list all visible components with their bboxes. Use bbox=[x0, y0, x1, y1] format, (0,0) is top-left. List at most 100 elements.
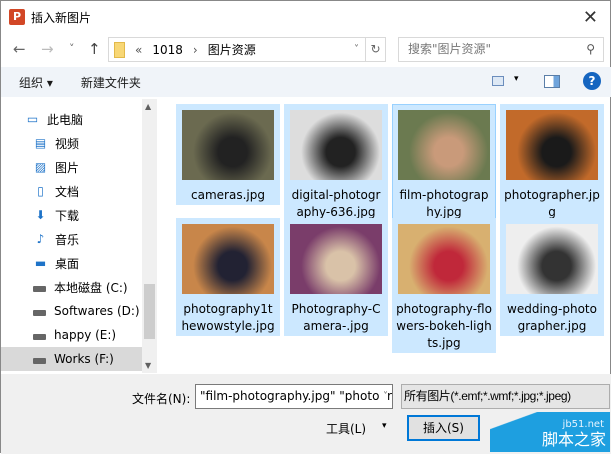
sidebar-item[interactable]: ▬ 桌面 bbox=[1, 251, 157, 275]
file-name: digital-photography-636.jpg bbox=[291, 188, 381, 219]
drive-icon bbox=[33, 358, 46, 364]
breadcrumb-1018[interactable]: 1018 bbox=[152, 43, 183, 57]
computer-icon: ▭ bbox=[26, 111, 39, 126]
sidebar-item-label: 图片 bbox=[55, 160, 80, 175]
watermark-logo: 脚本之家 bbox=[541, 430, 606, 449]
close-button[interactable]: ✕ bbox=[583, 7, 598, 28]
scroll-up-arrow[interactable]: ▲ bbox=[145, 102, 151, 111]
forward-button[interactable]: → bbox=[41, 40, 54, 58]
sidebar-item[interactable]: ▨ 图片 bbox=[1, 155, 157, 179]
help-icon[interactable]: ? bbox=[583, 72, 601, 90]
sidebar-item[interactable]: ▤ 视频 bbox=[1, 131, 157, 155]
scrollbar-thumb[interactable] bbox=[144, 284, 155, 339]
folder-icon bbox=[114, 41, 125, 58]
pictures-icon: ▨ bbox=[34, 159, 47, 174]
file-item[interactable]: photography-flowers-bokeh-lights.jpg bbox=[392, 218, 496, 353]
image-thumbnail bbox=[290, 110, 382, 180]
new-folder-button[interactable]: 新建文件夹 bbox=[81, 74, 141, 91]
file-name: film-photography.jpg bbox=[399, 188, 489, 219]
sidebar-item[interactable]: Works (F:) bbox=[1, 347, 157, 371]
sidebar-item-label: 视频 bbox=[55, 136, 80, 151]
sidebar-scrollbar[interactable]: ▲ ▼ bbox=[142, 99, 157, 373]
sidebar-item-label: 此电脑 bbox=[47, 112, 84, 127]
sidebar-item-label: Softwares (D:) bbox=[54, 304, 140, 318]
search-placeholder: 搜索"图片资源" bbox=[408, 42, 492, 56]
image-thumbnail bbox=[398, 110, 490, 180]
download-icon: ⬇ bbox=[35, 207, 46, 222]
image-thumbnail bbox=[506, 224, 598, 294]
window-title: 插入新图片 bbox=[31, 10, 92, 25]
filename-label: 文件名(N): bbox=[132, 392, 191, 406]
breadcrumb-overflow[interactable]: « bbox=[135, 43, 142, 57]
file-item[interactable]: photographer.jpg bbox=[500, 104, 604, 222]
music-icon: ♪ bbox=[36, 231, 45, 246]
drive-icon bbox=[33, 286, 46, 292]
powerpoint-icon: P bbox=[9, 9, 25, 25]
file-name: wedding-photographer.jpg bbox=[507, 302, 597, 333]
image-thumbnail bbox=[182, 110, 274, 180]
scroll-down-arrow[interactable]: ▼ bbox=[145, 361, 151, 370]
desktop-icon: ▬ bbox=[34, 255, 47, 270]
image-thumbnail bbox=[182, 224, 274, 294]
back-button[interactable]: ← bbox=[13, 40, 26, 58]
sidebar-item[interactable]: ♪ 音乐 bbox=[1, 227, 157, 251]
filename-value: "film-photography.jpg" "photography1thew… bbox=[200, 389, 392, 403]
search-input[interactable]: 搜索"图片资源" ⚲ bbox=[398, 37, 604, 62]
breadcrumb-current[interactable]: 图片资源 bbox=[208, 41, 256, 58]
organize-button[interactable]: 组织 ▾ bbox=[19, 74, 53, 91]
refresh-button[interactable]: ↻ bbox=[365, 38, 385, 61]
sidebar-item[interactable]: 本地磁盘 (C:) bbox=[1, 275, 157, 299]
image-thumbnail bbox=[290, 224, 382, 294]
file-name: photography1thewowstyle.jpg bbox=[181, 302, 275, 333]
drive-icon bbox=[33, 334, 46, 340]
address-bar[interactable]: « 1018 › 图片资源 ˅ ↻ bbox=[108, 37, 386, 62]
drive-icon bbox=[33, 310, 46, 316]
title-bar: P 插入新图片 ✕ bbox=[1, 1, 611, 33]
file-name: Photography-Camera-.jpg bbox=[291, 302, 381, 333]
navigation-pane: ▭ 此电脑 ▤ 视频 ▨ 图片 ▯ 文档 ⬇ 下载 ♪ 音乐 ▬ 桌面 本地磁盘 (C:) Softwares… bbox=[1, 99, 157, 373]
file-item[interactable]: photography1thewowstyle.jpg bbox=[176, 218, 280, 336]
sidebar-item-label: Works (F:) bbox=[54, 352, 114, 366]
file-item[interactable]: film-photography.jpg bbox=[392, 104, 496, 222]
sidebar-item[interactable]: ▭ 此电脑 bbox=[1, 107, 157, 131]
file-name: photography-flowers-bokeh-lights.jpg bbox=[396, 302, 492, 350]
watermark: jb51.net 脚本之家 bbox=[490, 412, 610, 452]
sidebar-item[interactable]: ⬇ 下载 bbox=[1, 203, 157, 227]
tools-dropdown[interactable]: ▾ bbox=[382, 421, 387, 431]
sidebar-item[interactable]: happy (E:) bbox=[1, 323, 157, 347]
sidebar-item-label: 本地磁盘 (C:) bbox=[54, 280, 128, 295]
image-thumbnail bbox=[506, 110, 598, 180]
search-icon[interactable]: ⚲ bbox=[586, 38, 595, 61]
documents-icon: ▯ bbox=[37, 183, 44, 198]
sidebar-item-label: happy (E:) bbox=[54, 328, 117, 342]
sidebar-item-label: 文档 bbox=[55, 184, 80, 199]
image-thumbnail bbox=[398, 224, 490, 294]
video-icon: ▤ bbox=[34, 135, 47, 150]
filetype-select[interactable]: 所有图片(*.emf;*.wmf;*.jpg;*.jpeg) bbox=[401, 384, 610, 409]
filename-input[interactable]: "film-photography.jpg" "photography1thew… bbox=[195, 384, 393, 409]
tools-button[interactable]: 工具(L) bbox=[326, 420, 366, 437]
sidebar-item-label: 下载 bbox=[55, 208, 80, 223]
file-list: cameras.jpg digital-photography-636.jpg fi… bbox=[157, 99, 611, 373]
address-dropdown[interactable]: ˅ bbox=[354, 44, 359, 55]
sidebar-item[interactable]: ▯ 文档 bbox=[1, 179, 157, 203]
sidebar-item[interactable]: Softwares (D:) bbox=[1, 299, 157, 323]
insert-button[interactable]: 插入(S) bbox=[407, 415, 480, 441]
file-item[interactable]: cameras.jpg bbox=[176, 104, 280, 205]
filename-dropdown[interactable]: ˅ bbox=[380, 385, 388, 408]
navigation-bar: ← → ˅ ↑ « 1018 › 图片资源 ˅ ↻ 搜索"图片资源" ⚲ bbox=[1, 37, 611, 63]
view-icon[interactable] bbox=[492, 76, 504, 86]
view-options-dropdown[interactable]: ▾ bbox=[514, 74, 519, 84]
sidebar-item-label: 音乐 bbox=[55, 232, 80, 247]
file-item[interactable]: Photography-Camera-.jpg bbox=[284, 218, 388, 336]
recent-locations-button[interactable]: ˅ bbox=[69, 42, 75, 55]
file-item[interactable]: wedding-photographer.jpg bbox=[500, 218, 604, 336]
file-name: cameras.jpg bbox=[191, 188, 265, 202]
file-name: photographer.jpg bbox=[504, 188, 600, 219]
sidebar-item-label: 桌面 bbox=[55, 256, 80, 271]
up-button[interactable]: ↑ bbox=[88, 40, 101, 58]
file-item[interactable]: digital-photography-636.jpg bbox=[284, 104, 388, 222]
toolbar: 组织 ▾ 新建文件夹 ▾ ? bbox=[1, 67, 611, 97]
preview-pane-icon[interactable] bbox=[544, 75, 560, 88]
breadcrumb-separator[interactable]: › bbox=[193, 43, 198, 57]
